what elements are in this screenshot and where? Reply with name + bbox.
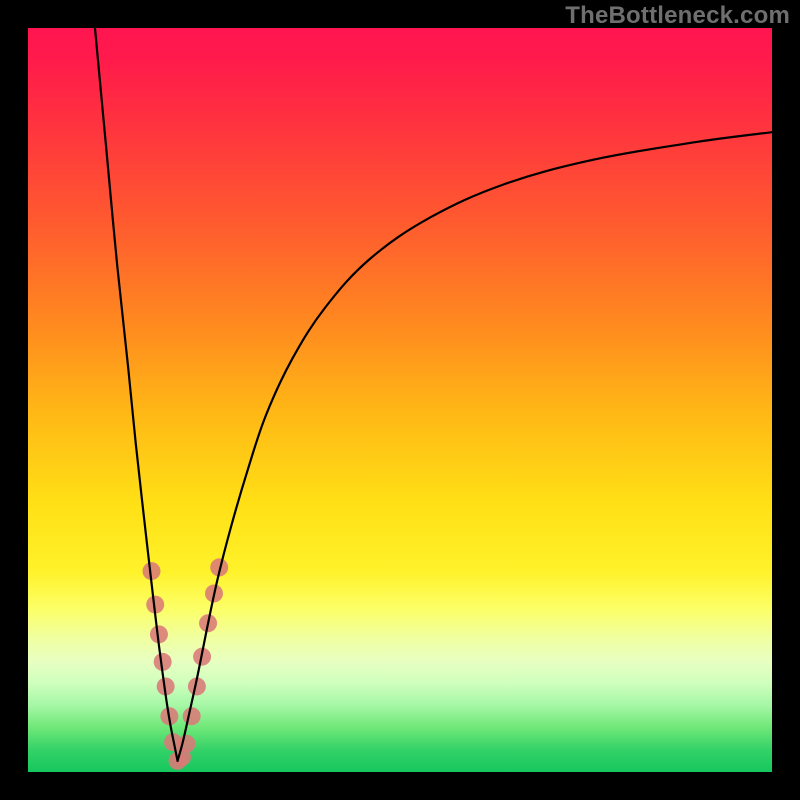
curve-right-branch <box>178 132 772 761</box>
curve-left-branch <box>95 28 178 761</box>
plot-area <box>28 28 772 772</box>
chart-frame: TheBottleneck.com <box>0 0 800 800</box>
curve-layer <box>28 28 772 772</box>
data-marker <box>183 707 201 725</box>
watermark-text: TheBottleneck.com <box>565 2 790 30</box>
